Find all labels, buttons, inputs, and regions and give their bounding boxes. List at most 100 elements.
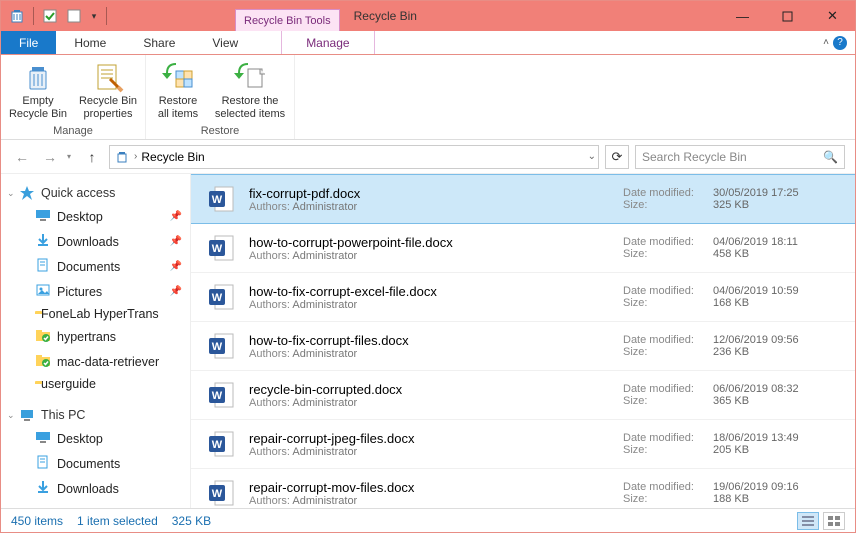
file-row[interactable]: W fix-corrupt-pdf.docx Authors: Administ… <box>191 174 855 224</box>
file-author: Authors: Administrator <box>249 446 599 458</box>
file-name: how-to-fix-corrupt-files.docx <box>249 333 599 348</box>
minimize-button[interactable]: — <box>720 1 765 31</box>
ribbon: Empty Recycle Bin Recycle Bin properties… <box>1 55 855 140</box>
tab-file[interactable]: File <box>1 31 56 54</box>
empty-recycle-bin-button[interactable]: Empty Recycle Bin <box>7 57 69 121</box>
sidebar-item-label: Downloads <box>57 482 119 496</box>
titlebar: ▾ Recycle Bin Tools Recycle Bin — ✕ <box>1 1 855 31</box>
file-author: Authors: Administrator <box>249 397 599 409</box>
qat-checked-icon[interactable] <box>40 6 60 26</box>
file-meta: Date modified:12/06/2019 09:56 Size:236 … <box>623 334 843 358</box>
word-document-icon: W <box>203 279 239 315</box>
file-list[interactable]: W fix-corrupt-pdf.docx Authors: Administ… <box>191 174 855 508</box>
search-placeholder: Search Recycle Bin <box>642 150 747 164</box>
nav-back-button[interactable]: ← <box>11 146 33 168</box>
maximize-button[interactable] <box>765 1 810 31</box>
file-meta: Date modified:06/06/2019 08:32 Size:365 … <box>623 383 843 407</box>
file-author: Authors: Administrator <box>249 348 599 360</box>
caret-icon[interactable]: ⌄ <box>7 410 15 421</box>
recycle-bin-icon[interactable] <box>7 6 27 26</box>
file-meta: Date modified:18/06/2019 13:49 Size:205 … <box>623 432 843 456</box>
file-author: Authors: Administrator <box>249 495 599 507</box>
restore-all-items-button[interactable]: Restore all items <box>152 57 204 121</box>
close-button[interactable]: ✕ <box>810 1 855 31</box>
file-row[interactable]: W how-to-fix-corrupt-excel-file.docx Aut… <box>191 273 855 322</box>
downloads-icon <box>35 479 51 498</box>
sidebar-item[interactable]: Documents <box>1 451 190 476</box>
tab-manage[interactable]: Manage <box>281 31 374 54</box>
nav-forward-button[interactable]: → <box>39 146 61 168</box>
file-row[interactable]: W repair-corrupt-jpeg-files.docx Authors… <box>191 420 855 469</box>
sidebar-this-pc[interactable]: This PC <box>41 408 85 422</box>
qat-blank-icon[interactable] <box>64 6 84 26</box>
breadcrumb[interactable]: › Recycle Bin ⌄ <box>109 145 599 169</box>
file-row[interactable]: W repair-corrupt-mov-files.docx Authors:… <box>191 469 855 508</box>
file-author: Authors: Administrator <box>249 201 599 213</box>
nav-history-dropdown[interactable]: ▾ <box>67 152 71 161</box>
sidebar-quick-access[interactable]: Quick access <box>41 186 115 200</box>
sidebar-item[interactable]: mac-data-retriever <box>1 349 190 374</box>
file-row[interactable]: W how-to-corrupt-powerpoint-file.docx Au… <box>191 224 855 273</box>
sidebar-item[interactable]: Desktop📌 <box>1 204 190 229</box>
sidebar-item[interactable]: Desktop <box>1 426 190 451</box>
ribbon-group-restore: Restore all items Restore the selected i… <box>146 55 295 139</box>
pin-icon: 📌 <box>170 261 182 272</box>
help-icon[interactable]: ? <box>833 36 847 50</box>
restore-selected-items-button[interactable]: Restore the selected items <box>212 57 288 121</box>
search-icon[interactable]: 🔍 <box>823 150 838 164</box>
ribbon-group-manage: Empty Recycle Bin Recycle Bin properties… <box>1 55 146 139</box>
file-name: recycle-bin-corrupted.docx <box>249 382 599 397</box>
chevron-down-icon[interactable]: ⌄ <box>588 151 596 162</box>
tab-share[interactable]: Share <box>125 31 194 54</box>
view-large-icons-button[interactable] <box>823 512 845 530</box>
status-selected-count: 1 item selected <box>77 514 158 528</box>
file-name: how-to-corrupt-powerpoint-file.docx <box>249 235 599 250</box>
tab-view[interactable]: View <box>194 31 257 54</box>
svg-text:W: W <box>212 439 223 451</box>
sidebar-item[interactable]: Downloads📌 <box>1 229 190 254</box>
caret-icon[interactable]: ⌄ <box>7 188 15 199</box>
tab-home[interactable]: Home <box>56 31 125 54</box>
qat-dropdown-icon[interactable]: ▾ <box>88 6 100 26</box>
file-row[interactable]: W recycle-bin-corrupted.docx Authors: Ad… <box>191 371 855 420</box>
pictures-icon <box>35 282 51 301</box>
status-selected-size: 325 KB <box>172 514 211 528</box>
sidebar-item[interactable]: Pictures📌 <box>1 279 190 304</box>
view-details-button[interactable] <box>797 512 819 530</box>
sidebar-item-label: Pictures <box>57 285 102 299</box>
breadcrumb-location[interactable]: Recycle Bin <box>141 150 204 164</box>
svg-text:W: W <box>212 292 223 304</box>
sidebar-item[interactable]: hypertrans <box>1 324 190 349</box>
sidebar-item[interactable]: Documents📌 <box>1 254 190 279</box>
pin-icon: 📌 <box>170 211 182 222</box>
file-meta: Date modified:30/05/2019 17:25 Size:325 … <box>623 187 843 211</box>
sidebar-item-label: Desktop <box>57 432 103 446</box>
address-bar: ← → ▾ ↑ › Recycle Bin ⌄ ⟳ Search Recycle… <box>1 140 855 174</box>
word-document-icon: W <box>203 426 239 462</box>
star-icon <box>19 185 35 201</box>
ribbon-collapse-icon[interactable]: ˄ <box>823 37 829 48</box>
main-area: ⌄ Quick access Desktop📌Downloads📌Documen… <box>1 174 855 508</box>
explorer-window: ▾ Recycle Bin Tools Recycle Bin — ✕ File… <box>0 0 856 533</box>
sidebar-item-label: userguide <box>41 377 96 391</box>
svg-text:W: W <box>212 194 223 206</box>
chevron-right-icon[interactable]: › <box>134 151 137 162</box>
contextual-tool-tab[interactable]: Recycle Bin Tools <box>235 9 340 31</box>
nav-up-button[interactable]: ↑ <box>81 146 103 168</box>
sidebar-item[interactable]: FoneLab HyperTrans <box>1 304 190 324</box>
svg-text:W: W <box>212 341 223 353</box>
search-input[interactable]: Search Recycle Bin 🔍 <box>635 145 845 169</box>
sidebar-item-label: FoneLab HyperTrans <box>41 307 159 321</box>
word-document-icon: W <box>203 181 239 217</box>
recycle-bin-properties-button[interactable]: Recycle Bin properties <box>77 57 139 121</box>
svg-text:W: W <box>212 488 223 500</box>
status-item-count: 450 items <box>11 514 63 528</box>
file-row[interactable]: W how-to-fix-corrupt-files.docx Authors:… <box>191 322 855 371</box>
sidebar-item[interactable]: Downloads <box>1 476 190 501</box>
sidebar[interactable]: ⌄ Quick access Desktop📌Downloads📌Documen… <box>1 174 191 508</box>
downloads-icon <box>35 232 51 251</box>
file-author: Authors: Administrator <box>249 250 599 262</box>
sidebar-item[interactable]: userguide <box>1 374 190 394</box>
refresh-button[interactable]: ⟳ <box>605 145 629 169</box>
documents-icon <box>35 257 51 276</box>
